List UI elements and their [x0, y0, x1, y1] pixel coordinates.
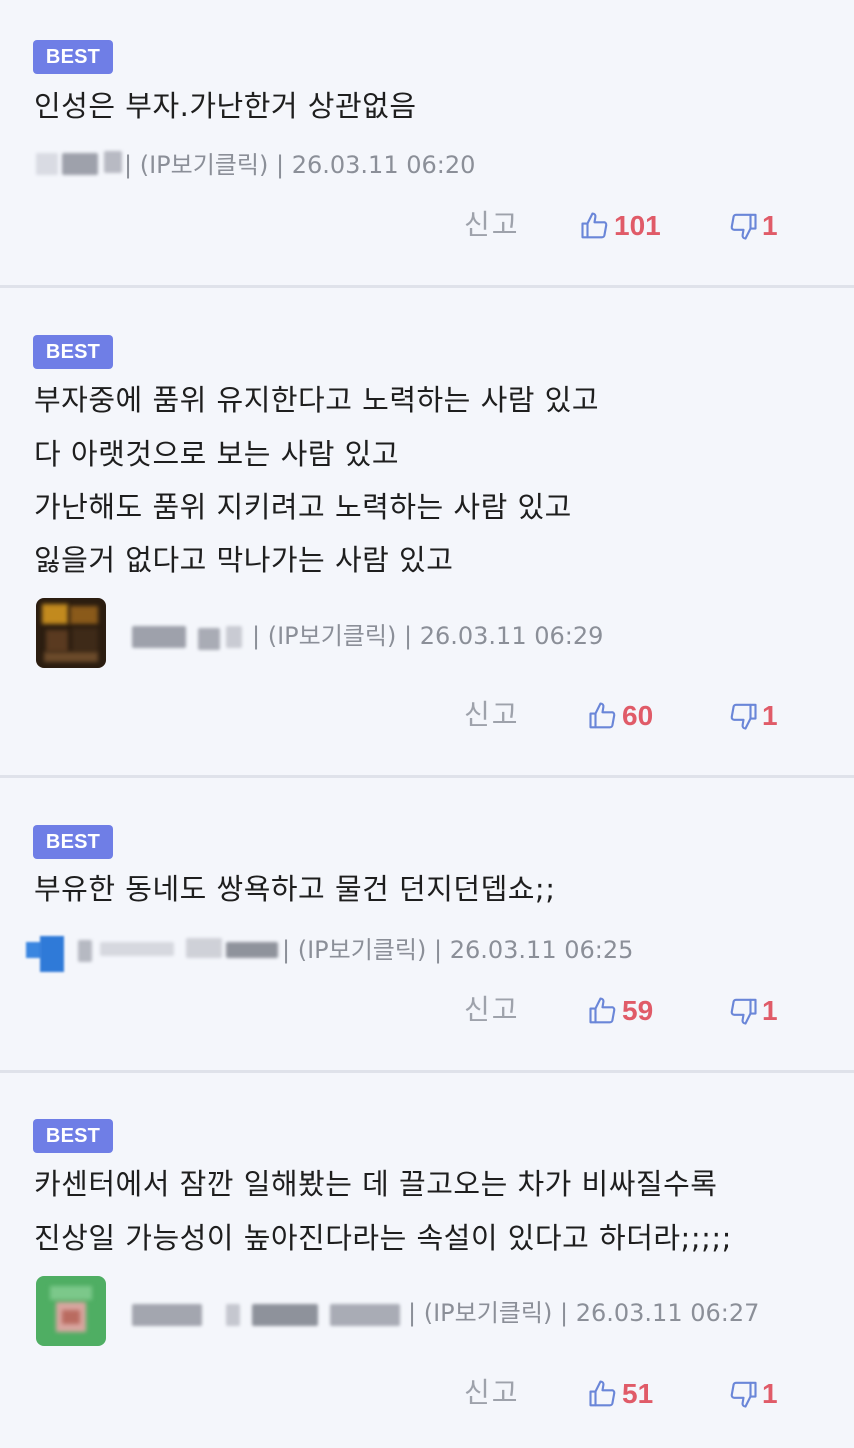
thumbs-down-icon: [730, 998, 757, 1025]
comment-divider: [0, 285, 854, 288]
comment-text: 다 아랫것으로 보는 사람 있고: [34, 437, 400, 471]
ip-view-link[interactable]: (IP보기클릭): [268, 622, 397, 650]
meta-separator: |: [252, 622, 261, 650]
comment-text: 가난해도 품위 지키려고 노력하는 사람 있고: [34, 490, 572, 524]
comment-text: 잃을거 없다고 막나가는 사람 있고: [34, 543, 454, 577]
meta-separator: |: [124, 151, 133, 179]
comment-text: 부유한 동네도 쌍욕하고 물건 던지던뎁쇼;;: [34, 872, 556, 906]
avatar[interactable]: [36, 598, 106, 668]
dislike-button[interactable]: 1: [728, 993, 778, 1029]
comment-timestamp: 26.03.11 06:27: [575, 1299, 760, 1327]
best-badge: BEST: [33, 825, 113, 859]
meta-separator: |: [408, 1299, 417, 1327]
thumbs-up-icon: [581, 212, 608, 239]
like-button[interactable]: 101: [580, 208, 661, 244]
like-count: 60: [622, 700, 654, 731]
comment-meta: | (IP보기클릭) | 26.03.11 06:25: [282, 935, 633, 965]
ip-view-link[interactable]: (IP보기클릭): [298, 936, 427, 964]
comment-text: 부자중에 품위 유지한다고 노력하는 사람 있고: [34, 383, 600, 417]
comment-meta: | (IP보기클릭) | 26.03.11 06:20: [124, 150, 475, 180]
comment-text: 인성은 부자.가난한거 상관없음: [34, 89, 417, 123]
ip-view-link[interactable]: (IP보기클릭): [140, 151, 269, 179]
avatar[interactable]: [36, 1276, 106, 1346]
like-count: 59: [622, 995, 654, 1026]
dislike-count: 1: [762, 1378, 778, 1409]
dislike-button[interactable]: 1: [728, 698, 778, 734]
report-button[interactable]: 신고: [464, 992, 520, 1028]
thumbs-down-icon: [730, 703, 757, 730]
meta-separator: |: [275, 151, 285, 179]
like-button[interactable]: 59: [588, 993, 653, 1029]
ip-view-link[interactable]: (IP보기클릭): [424, 1299, 553, 1327]
report-button[interactable]: 신고: [464, 207, 520, 243]
avatar[interactable]: [24, 932, 68, 976]
meta-separator: |: [433, 936, 443, 964]
thumbs-up-icon: [589, 997, 616, 1024]
dislike-count: 1: [762, 700, 778, 731]
comment-timestamp: 26.03.11 06:20: [291, 151, 476, 179]
comment-text: 진상일 가능성이 높아진다라는 속설이 있다고 하더라;;;;;: [34, 1221, 732, 1255]
best-badge: BEST: [33, 40, 113, 74]
meta-separator: |: [403, 622, 413, 650]
comment-meta: | (IP보기클릭) | 26.03.11 06:29: [252, 621, 603, 651]
meta-separator: |: [282, 936, 291, 964]
comment-text: 카센터에서 잠깐 일해봤는 데 끌고오는 차가 비싸질수록: [34, 1167, 718, 1201]
comment-divider: [0, 1070, 854, 1073]
thumbs-down-icon: [730, 213, 757, 240]
best-badge: BEST: [33, 1119, 113, 1153]
dislike-count: 1: [762, 995, 778, 1026]
like-button[interactable]: 51: [588, 1376, 653, 1412]
best-badge: BEST: [33, 335, 113, 369]
report-button[interactable]: 신고: [464, 1375, 520, 1411]
comment-meta: | (IP보기클릭) | 26.03.11 06:27: [408, 1298, 759, 1328]
report-button[interactable]: 신고: [464, 697, 520, 733]
comment-divider: [0, 775, 854, 778]
comment-timestamp: 26.03.11 06:29: [419, 622, 604, 650]
meta-separator: |: [559, 1299, 569, 1327]
like-button[interactable]: 60: [588, 698, 653, 734]
comment-timestamp: 26.03.11 06:25: [449, 936, 634, 964]
thumbs-up-icon: [589, 1380, 616, 1407]
dislike-button[interactable]: 1: [728, 208, 778, 244]
dislike-count: 1: [762, 210, 778, 241]
like-count: 51: [622, 1378, 654, 1409]
thumbs-up-icon: [589, 702, 616, 729]
like-count: 101: [614, 210, 661, 241]
dislike-button[interactable]: 1: [728, 1376, 778, 1412]
thumbs-down-icon: [730, 1381, 757, 1408]
